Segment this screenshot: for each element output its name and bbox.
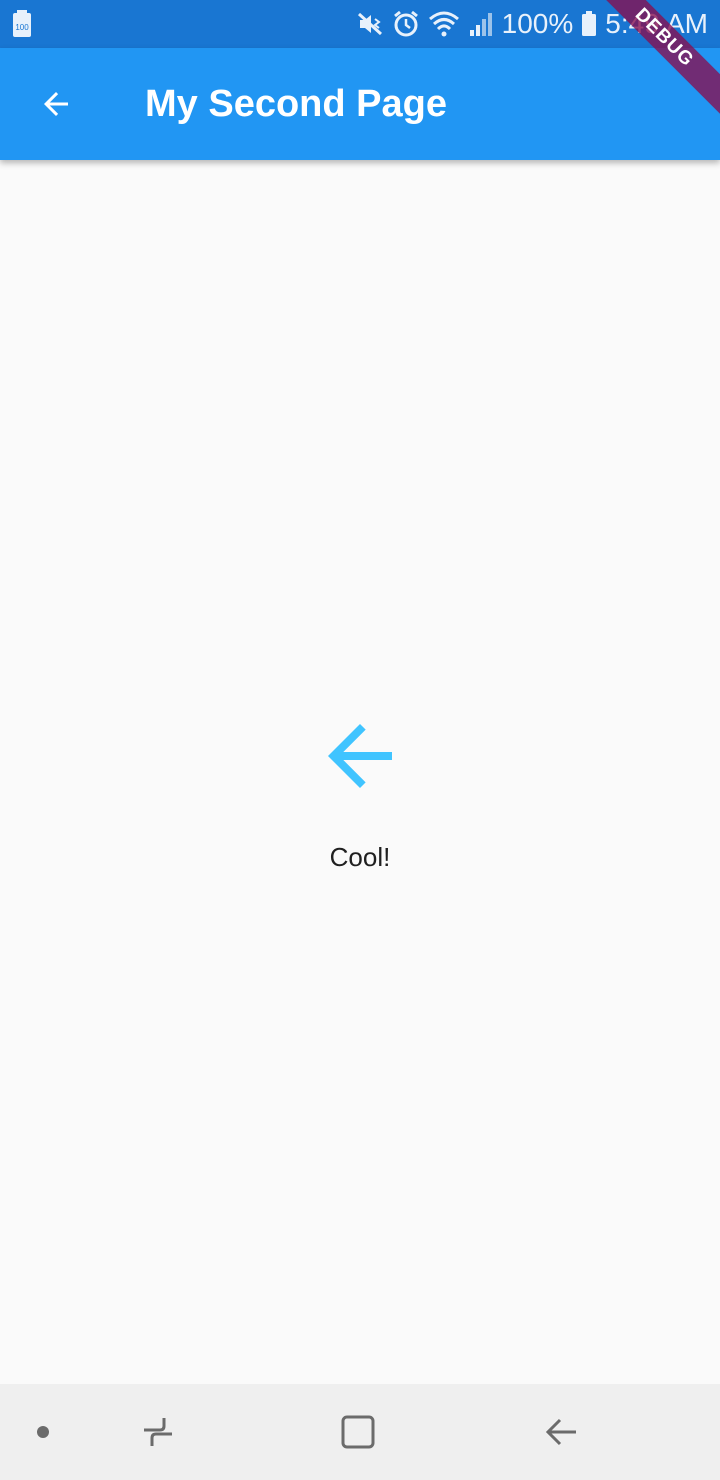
status-bar: 100 100% [0, 0, 720, 48]
home-icon[interactable] [328, 1384, 388, 1480]
recent-apps-icon[interactable] [128, 1384, 188, 1480]
wifi-icon [428, 10, 460, 38]
battery-percent: 100% [501, 8, 574, 39]
svg-text:100: 100 [15, 23, 29, 32]
signal-icon [468, 10, 494, 38]
navigation-bar [0, 1384, 720, 1480]
app-bar: My Second Page [0, 48, 720, 160]
arrow-back-icon [38, 86, 74, 127]
page-title: My Second Page [145, 83, 447, 125]
battery-saver-icon: 100 [12, 10, 32, 43]
dot-icon[interactable] [18, 1384, 68, 1480]
mute-vibrate-icon [356, 10, 384, 38]
alarm-icon [392, 10, 420, 38]
arrow-back-icon [312, 708, 408, 804]
content-label: Cool! [329, 842, 391, 872]
battery-icon [581, 10, 597, 38]
back-button[interactable] [28, 78, 84, 134]
back-icon[interactable] [530, 1384, 590, 1480]
